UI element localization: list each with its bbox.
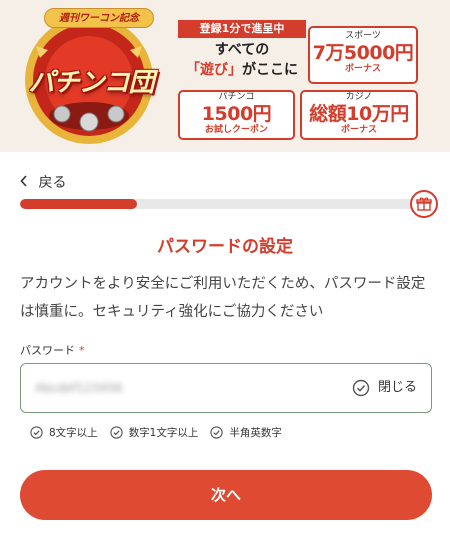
check-circle-icon xyxy=(110,426,123,439)
toggle-label: 閉じる xyxy=(377,380,417,395)
back-link[interactable]: 戻る xyxy=(20,174,66,192)
promo-highlight: 「遊び」 xyxy=(186,62,242,78)
sports-bonus-box: スポーツ 7万5000円 ボーナス xyxy=(308,26,418,84)
rule-text: 半角英数字 xyxy=(229,427,282,439)
check-circle-icon xyxy=(30,426,43,439)
password-rules: 8文字以上 数字1文字以上 半角英数字 xyxy=(30,425,294,440)
progress-fill xyxy=(20,199,137,209)
pachinko-amount: 1500円 xyxy=(201,103,272,125)
casino-label: カジノ xyxy=(345,92,373,102)
check-circle-icon xyxy=(352,379,370,397)
casino-bonus-box: カジノ 総額10万円 ボーナス xyxy=(300,90,418,140)
required-mark: * xyxy=(79,344,85,357)
casino-sub: ボーナス xyxy=(340,125,377,135)
pachinko-coupon-box: パチンコ 1500円 お試しクーポン xyxy=(178,90,295,140)
promo-line-2: 「遊び」がここに xyxy=(178,60,306,80)
chevron-left-icon xyxy=(20,175,32,191)
password-field[interactable]: Abcdef123456 閉じる xyxy=(20,363,432,413)
rule-text: 数字1文字以上 xyxy=(128,427,199,439)
form-description: アカウントをより安全にご利用いただくため、パスワード設定は慎重に。セキュリティ強… xyxy=(20,276,426,320)
check-circle-icon xyxy=(210,426,224,439)
promo-line-2-rest: がここに xyxy=(242,62,298,78)
pachinko-label: パチンコ xyxy=(218,92,255,102)
password-label-text: パスワード xyxy=(20,344,75,357)
rule-item: 数字1文字以上 xyxy=(110,425,199,440)
sports-sub: ボーナス xyxy=(344,64,381,74)
logo-tagline: 週刊ワーコン記念 xyxy=(44,8,154,28)
rule-item: 半角英数字 xyxy=(210,425,282,440)
logo-name: パチンコ団 xyxy=(28,68,154,98)
rule-text: 8文字以上 xyxy=(49,427,98,439)
pachinko-logo: 週刊ワーコン記念 パチンコ団 xyxy=(16,6,162,146)
casino-amount: 総額10万円 xyxy=(309,103,409,125)
back-label: 戻る xyxy=(38,175,67,191)
gift-icon xyxy=(410,190,438,218)
promo-headline: 登録1分で進呈中 xyxy=(178,20,306,38)
next-button[interactable]: 次へ xyxy=(20,470,432,520)
rule-item: 8文字以上 xyxy=(30,425,98,440)
pachinko-sub: お試しクーポン xyxy=(204,125,268,135)
promo-banner[interactable]: 週刊ワーコン記念 パチンコ団 登録1分で進呈中 すべての 「遊び」がここに スポ… xyxy=(0,0,450,152)
sports-label: スポーツ xyxy=(345,31,381,41)
progress-bar xyxy=(20,199,422,209)
promo-line-1: すべての xyxy=(214,42,270,58)
password-input[interactable]: Abcdef123456 xyxy=(35,378,145,398)
password-visibility-toggle[interactable]: 閉じる xyxy=(352,377,417,399)
password-label: パスワード * xyxy=(20,342,85,358)
sports-amount: 7万5000円 xyxy=(312,42,414,64)
page-title: パスワードの設定 xyxy=(157,237,293,257)
